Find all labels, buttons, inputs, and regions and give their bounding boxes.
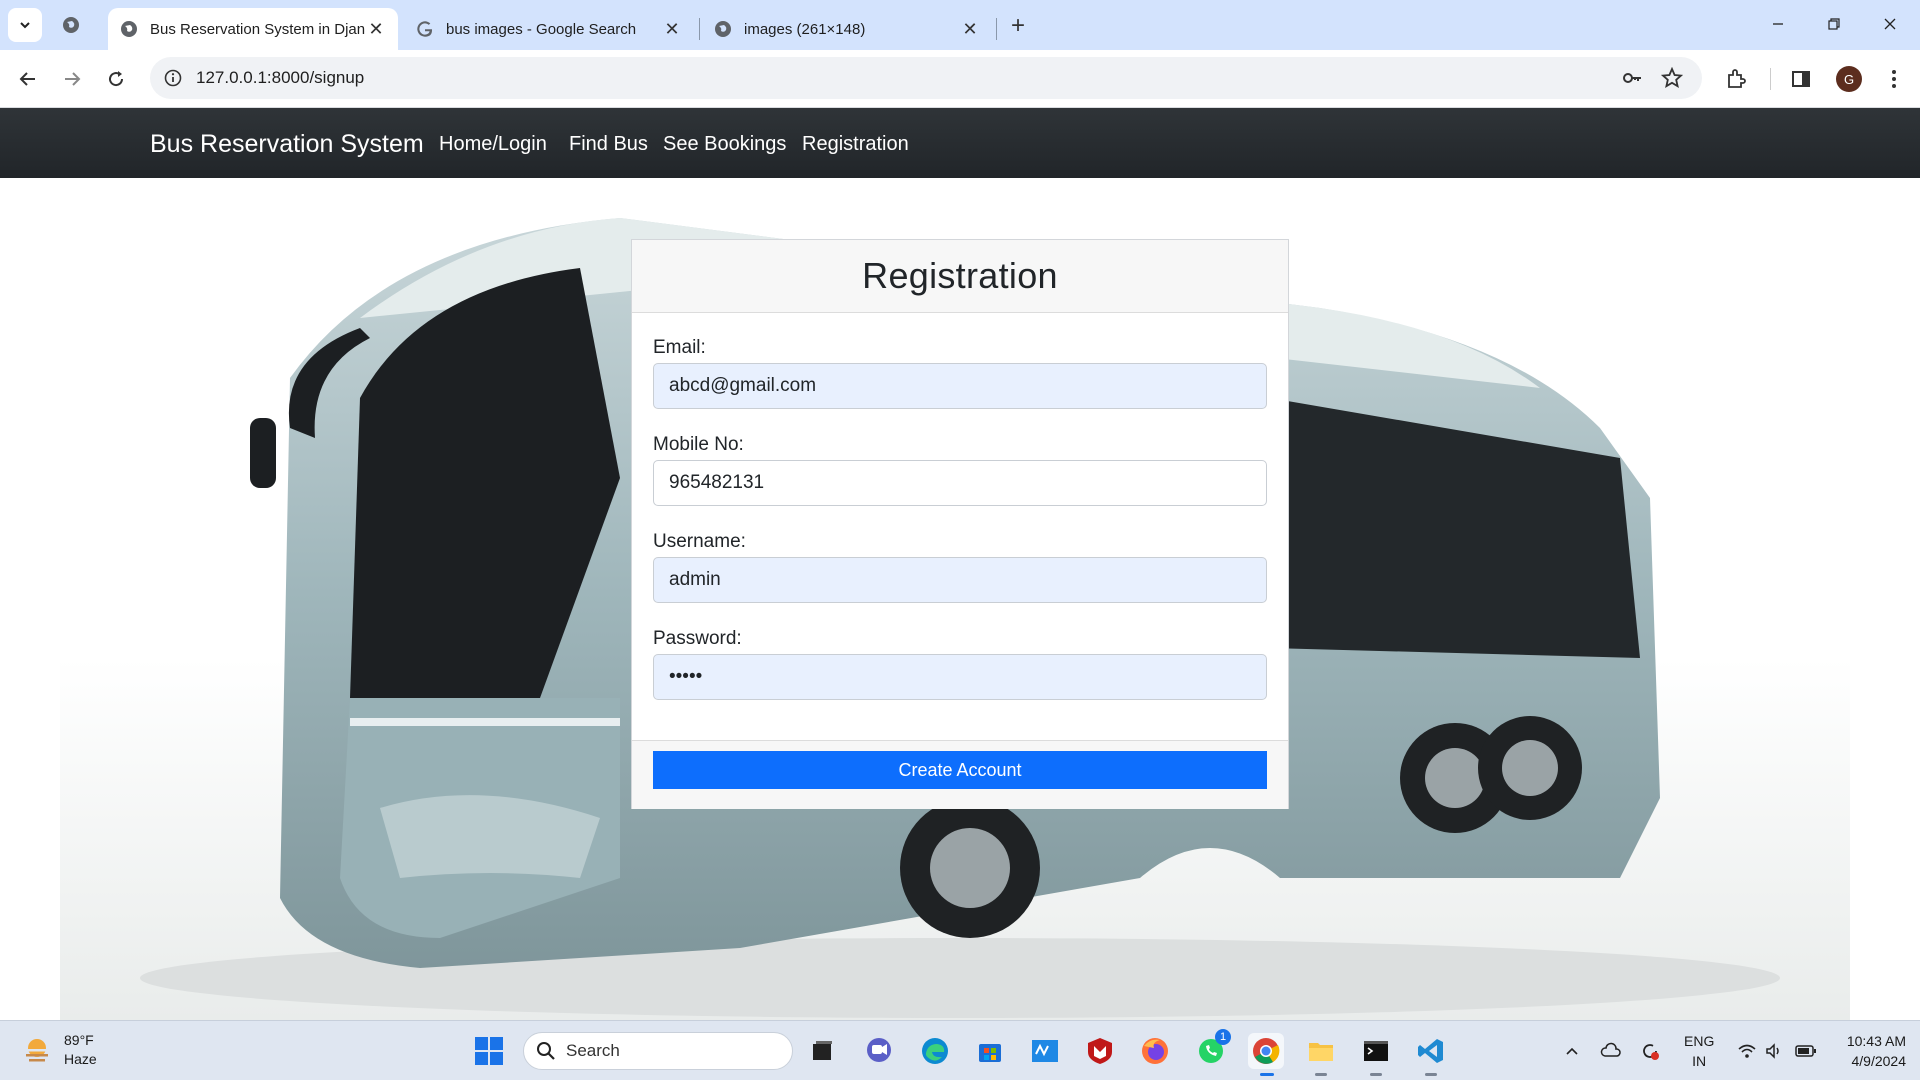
microsoft-store-icon[interactable] (972, 1033, 1008, 1069)
file-explorer-icon[interactable] (1303, 1033, 1339, 1069)
browser-tabstrip: Bus Reservation System in Djan ✕ bus ima… (0, 0, 1920, 50)
edge-browser-icon[interactable] (917, 1033, 953, 1069)
tab-title: Bus Reservation System in Djan (150, 20, 366, 38)
battery-icon[interactable] (1794, 1039, 1818, 1063)
email-field[interactable] (653, 363, 1267, 409)
side-panel-icon[interactable] (1787, 65, 1815, 93)
tab-google-search[interactable]: bus images - Google Search ✕ (404, 8, 694, 50)
kebab-menu-icon[interactable] (1880, 65, 1908, 93)
close-tab-icon[interactable]: ✕ (960, 19, 980, 39)
nav-link-registration[interactable]: Registration (802, 133, 909, 156)
card-footer: Create Account (632, 740, 1288, 809)
username-field[interactable] (653, 557, 1267, 603)
address-bar[interactable]: 127.0.0.1:8000/signup (150, 57, 1702, 99)
whatsapp-badge: 1 (1215, 1029, 1231, 1045)
clock-time: 10:43 AM (1846, 1033, 1906, 1049)
teams-chat-icon[interactable] (861, 1033, 897, 1069)
vscode-icon[interactable] (1413, 1033, 1449, 1069)
windows-taskbar: 89°F Haze Search 1 ENG IN 10:43 AM 4/9/2… (0, 1020, 1920, 1080)
forward-icon[interactable] (54, 61, 90, 97)
tab-separator (996, 18, 997, 40)
username-label: Username: (653, 531, 746, 552)
running-indicator (1370, 1073, 1382, 1076)
card-header: Registration (632, 240, 1288, 313)
email-label: Email: (653, 337, 706, 358)
extensions-icon[interactable] (1722, 65, 1750, 93)
windows-start-icon[interactable] (471, 1033, 507, 1069)
registration-title: Registration (862, 255, 1058, 296)
profile-avatar[interactable]: G (1836, 66, 1862, 92)
create-account-button[interactable]: Create Account (653, 751, 1267, 789)
wifi-icon[interactable] (1735, 1039, 1759, 1063)
language-indicator[interactable]: ENG IN (1684, 1031, 1714, 1071)
bookmark-star-icon[interactable] (1660, 66, 1684, 90)
new-tab-icon[interactable]: + (1004, 12, 1032, 40)
chrome-icon[interactable] (1248, 1033, 1284, 1069)
nav-link-home-login[interactable]: Home/Login (439, 133, 547, 156)
browser-toolbar: 127.0.0.1:8000/signup G (0, 50, 1920, 108)
site-info-icon[interactable] (162, 67, 184, 89)
close-tab-icon[interactable]: ✕ (366, 19, 386, 39)
mcafee-icon[interactable] (1082, 1033, 1118, 1069)
mobile-label: Mobile No: (653, 434, 744, 455)
site-navbar: Bus Reservation System Home/Login Find B… (0, 108, 1920, 178)
toolbar-divider (1770, 68, 1771, 90)
globe-icon (120, 20, 138, 38)
chevron-up-icon[interactable] (1560, 1039, 1584, 1063)
password-field[interactable] (653, 654, 1267, 700)
update-icon[interactable] (1638, 1039, 1662, 1063)
system-clock[interactable]: 10:43 AM 4/9/2024 (1830, 1031, 1906, 1071)
running-indicator (1425, 1073, 1437, 1076)
firefox-icon[interactable] (1137, 1033, 1173, 1069)
weather-condition: Haze (64, 1051, 97, 1067)
reload-icon[interactable] (98, 61, 134, 97)
web-page: Bus Reservation System Home/Login Find B… (0, 108, 1920, 1020)
chevron-down-icon (20, 22, 30, 29)
tab-bus-reservation[interactable]: Bus Reservation System in Djan ✕ (108, 8, 398, 50)
whatsapp-icon[interactable]: 1 (1193, 1029, 1231, 1069)
navbar-brand[interactable]: Bus Reservation System (150, 130, 424, 159)
pinned-tab[interactable] (58, 12, 84, 38)
cloud-sync-icon[interactable] (1599, 1039, 1623, 1063)
tab-separator (699, 18, 700, 40)
mobile-field[interactable] (653, 460, 1267, 506)
mylip-app-icon[interactable] (1027, 1033, 1063, 1069)
close-tab-icon[interactable]: ✕ (662, 19, 682, 39)
globe-icon (63, 17, 79, 33)
running-indicator (1315, 1073, 1327, 1076)
language-code: ENG (1684, 1033, 1715, 1049)
search-icon (537, 1042, 555, 1060)
tab-title: bus images - Google Search (446, 20, 637, 38)
url-text[interactable]: 127.0.0.1:8000/signup (196, 68, 364, 88)
password-label: Password: (653, 628, 742, 649)
back-icon[interactable] (10, 61, 46, 97)
tab-images[interactable]: images (261×148) ✕ (702, 8, 992, 50)
terminal-icon[interactable] (1358, 1033, 1394, 1069)
key-icon[interactable] (1620, 66, 1644, 90)
minimize-icon[interactable] (1750, 0, 1806, 48)
nav-link-find-bus[interactable]: Find Bus (569, 133, 648, 156)
restore-icon[interactable] (1806, 0, 1862, 48)
region-code: IN (1692, 1053, 1707, 1069)
weather-temp: 89°F (64, 1032, 94, 1048)
tab-search-button[interactable] (8, 8, 42, 42)
registration-form: Email: Mobile No: Username: Password: (632, 313, 1288, 740)
volume-icon[interactable] (1762, 1039, 1786, 1063)
nav-link-see-bookings[interactable]: See Bookings (663, 133, 786, 156)
search-placeholder: Search (566, 1041, 620, 1060)
clock-date: 4/9/2024 (1851, 1053, 1907, 1069)
task-view-icon[interactable] (804, 1033, 840, 1069)
google-icon (416, 20, 434, 38)
globe-icon (714, 20, 732, 38)
registration-card: Registration Email: Mobile No: Username:… (631, 239, 1289, 809)
close-window-icon[interactable] (1862, 0, 1918, 48)
haze-sun-icon (25, 1039, 49, 1062)
running-indicator (1260, 1073, 1274, 1076)
taskbar-search[interactable]: Search (523, 1032, 793, 1070)
tab-title: images (261×148) (744, 20, 866, 38)
weather-widget[interactable]: 89°F Haze (22, 1031, 97, 1069)
